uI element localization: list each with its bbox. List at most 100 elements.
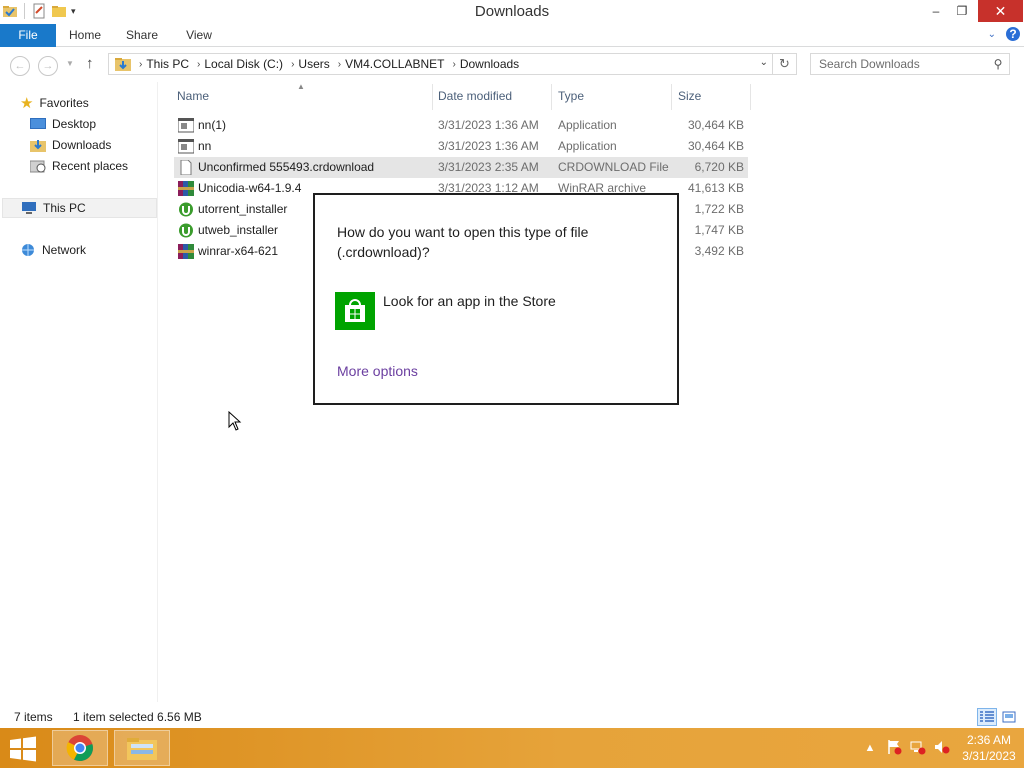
column-divider[interactable] xyxy=(750,84,751,110)
breadcrumb-separator-icon[interactable]: › xyxy=(291,59,294,70)
clock-time: 2:36 AM xyxy=(966,733,1012,747)
navigation-pane: ★ Favorites Desktop Downloads Recent pla… xyxy=(0,82,158,702)
file-type: CRDOWNLOAD File xyxy=(558,160,669,174)
breadcrumb-separator-icon[interactable]: › xyxy=(139,59,142,70)
taskbar-chrome-button[interactable] xyxy=(52,730,108,766)
sort-ascending-icon: ▲ xyxy=(297,82,305,91)
file-size: 1,747 KB xyxy=(694,223,744,237)
nav-recent-places[interactable]: Recent places xyxy=(30,156,128,176)
ribbon-controls: ⌄ ? xyxy=(988,27,1020,41)
breadcrumb-separator-icon[interactable]: › xyxy=(452,59,455,70)
column-header-size[interactable]: Size xyxy=(678,89,701,105)
nav-desktop[interactable]: Desktop xyxy=(30,114,96,134)
nav-network[interactable]: Network xyxy=(20,240,86,260)
search-input[interactable]: Search Downloads ⚲ xyxy=(810,53,1010,75)
nav-favorites[interactable]: ★ Favorites xyxy=(20,93,89,113)
store-option-label[interactable]: Look for an app in the Store xyxy=(383,293,556,309)
up-button[interactable]: ↑ xyxy=(86,55,94,72)
file-name: winrar-x64-621 xyxy=(198,244,279,258)
more-options-link[interactable]: More options xyxy=(337,363,418,379)
window-title: Downloads xyxy=(474,3,550,20)
column-divider[interactable] xyxy=(671,84,672,110)
large-icons-view-icon xyxy=(1002,711,1016,723)
chrome-icon xyxy=(66,735,93,762)
breadcrumb-this-pc[interactable]: This PC xyxy=(146,57,189,71)
refresh-button[interactable]: ↻ xyxy=(773,53,797,75)
downloads-icon xyxy=(30,140,46,152)
selection-info: 1 item selected 6.56 MB xyxy=(73,710,202,724)
search-icon[interactable]: ⚲ xyxy=(987,57,1009,71)
file-row[interactable]: nn(1) 3/31/2023 1:36 AM Application 30,4… xyxy=(174,115,748,136)
tab-share[interactable]: Share xyxy=(122,24,162,47)
help-icon[interactable]: ? xyxy=(1006,27,1020,41)
system-tray: ▲ 2:36 AM 3/31/2023 xyxy=(858,728,1024,768)
close-button[interactable]: ✕ xyxy=(978,0,1023,22)
nav-desktop-label: Desktop xyxy=(52,117,97,131)
file-size: 3,492 KB xyxy=(694,244,744,258)
forward-button[interactable]: → xyxy=(38,56,58,76)
column-header-type[interactable]: Type xyxy=(558,89,584,105)
tab-file[interactable]: File xyxy=(0,24,56,47)
address-bar[interactable]: › This PC › Local Disk (C:) › Users › VM… xyxy=(108,53,773,75)
nav-downloads-label: Downloads xyxy=(52,138,112,152)
file-name: nn xyxy=(198,139,212,153)
expand-ribbon-icon[interactable]: ⌄ xyxy=(988,29,996,40)
nav-downloads[interactable]: Downloads xyxy=(30,135,111,155)
nav-this-pc[interactable]: This PC xyxy=(2,198,157,218)
column-divider[interactable] xyxy=(551,84,552,110)
taskbar-clock[interactable]: 2:36 AM 3/31/2023 xyxy=(954,732,1024,764)
show-hidden-icons-icon[interactable]: ▲ xyxy=(858,742,882,754)
file-name: utorrent_installer xyxy=(198,202,288,216)
file-name: nn(1) xyxy=(198,118,227,132)
address-history-dropdown-icon[interactable]: ⌄ xyxy=(760,57,768,68)
store-option-button[interactable] xyxy=(335,292,375,330)
file-explorer-icon xyxy=(127,738,157,760)
windows-start-icon[interactable] xyxy=(8,736,38,762)
network-icon xyxy=(22,244,34,256)
taskbar: ▲ 2:36 AM 3/31/2023 xyxy=(0,728,1024,768)
breadcrumb-local-disk[interactable]: Local Disk (C:) xyxy=(204,57,283,71)
column-header-date[interactable]: Date modified xyxy=(438,89,512,105)
nav-network-label: Network xyxy=(42,243,87,257)
open-with-dialog: How do you want to open this type of fil… xyxy=(313,193,679,405)
breadcrumb-users[interactable]: Users xyxy=(298,57,329,71)
downloads-folder-icon xyxy=(115,58,131,71)
nav-favorites-label: Favorites xyxy=(39,96,89,110)
breadcrumb-separator-icon[interactable]: › xyxy=(338,59,341,70)
ribbon: File Home Share View ⌄ ? xyxy=(0,24,1024,47)
up-arrow-icon: ↑ xyxy=(86,55,94,72)
file-row[interactable]: nn 3/31/2023 1:36 AM Application 30,464 … xyxy=(174,136,748,157)
search-placeholder: Search Downloads xyxy=(819,57,920,71)
file-date: 3/31/2023 1:36 AM xyxy=(438,118,539,132)
mouse-cursor-icon xyxy=(228,411,242,431)
forward-arrow-icon: → xyxy=(42,60,54,72)
breadcrumb-separator-icon[interactable]: › xyxy=(197,59,200,70)
breadcrumb-downloads[interactable]: Downloads xyxy=(460,57,519,71)
restore-button[interactable]: ❐ xyxy=(948,0,976,22)
recent-locations-dropdown[interactable]: ▼ xyxy=(66,59,74,68)
file-name: Unconfirmed 555493.crdownload xyxy=(198,160,375,174)
address-row: ← → ▼ ↑ › This PC › Local Disk (C:) › Us… xyxy=(0,48,1024,82)
taskbar-file-explorer-button[interactable] xyxy=(114,730,170,766)
refresh-icon: ↻ xyxy=(779,56,790,71)
winrar-icon xyxy=(178,244,194,259)
desktop-icon xyxy=(30,118,46,129)
tab-home[interactable]: Home xyxy=(64,24,106,47)
action-center-flag-icon[interactable] xyxy=(882,739,906,758)
minimize-button[interactable]: – xyxy=(922,0,950,22)
volume-muted-icon[interactable] xyxy=(930,739,954,758)
tab-view[interactable]: View xyxy=(180,24,218,47)
file-type: Application xyxy=(558,118,617,132)
column-header-name[interactable]: Name xyxy=(177,89,209,105)
large-icons-view-button[interactable] xyxy=(999,708,1019,726)
file-size: 30,464 KB xyxy=(687,139,744,153)
recent-places-icon xyxy=(30,160,46,173)
winrar-icon xyxy=(178,181,194,196)
back-button[interactable]: ← xyxy=(10,56,30,76)
file-row-selected[interactable]: Unconfirmed 555493.crdownload 3/31/2023 … xyxy=(174,157,748,178)
file-size: 1,722 KB xyxy=(694,202,744,216)
details-view-button[interactable] xyxy=(977,708,997,726)
column-divider[interactable] xyxy=(432,84,433,110)
network-status-icon[interactable] xyxy=(906,739,930,758)
breadcrumb-user-folder[interactable]: VM4.COLLABNET xyxy=(345,57,444,71)
